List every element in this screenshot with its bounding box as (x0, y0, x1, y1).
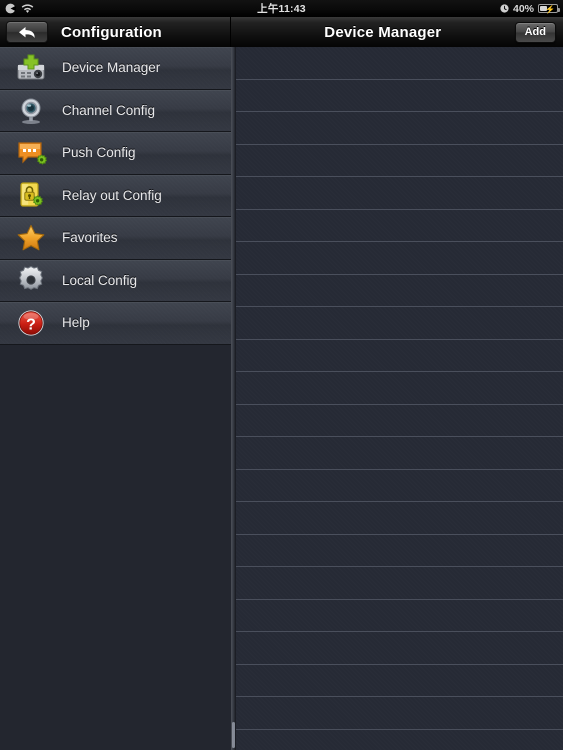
configuration-sidebar: Device Manager Channel Config Push Confi… (0, 47, 231, 750)
device-list-row[interactable] (236, 535, 563, 567)
sidebar-item-label: Relay out Config (62, 187, 162, 203)
sidebar-item-channel-config[interactable]: Channel Config (0, 89, 231, 132)
sidebar-item-label: Channel Config (62, 102, 156, 118)
device-list-row[interactable] (236, 470, 563, 502)
sidebar-empty-area (0, 344, 231, 702)
help-question-icon: ? (14, 306, 48, 340)
device-list-row[interactable] (236, 340, 563, 372)
device-list-row[interactable] (236, 372, 563, 405)
battery-percent-label: 40% (512, 2, 534, 15)
device-list-row[interactable] (236, 80, 563, 112)
device-list-row[interactable] (236, 145, 563, 177)
device-list-row[interactable] (236, 47, 563, 80)
device-list-row[interactable] (236, 177, 563, 210)
left-panel-title: Configuration (61, 23, 162, 41)
svg-text:?: ? (26, 316, 36, 333)
status-bar-right: 40% ⚡ (413, 3, 563, 15)
status-bar-center: 上午11:43 (150, 1, 413, 16)
sidebar-item-favorites[interactable]: Favorites (0, 217, 231, 260)
sidebar-item-label: Device Manager (62, 60, 161, 76)
device-list (236, 47, 563, 750)
star-icon (14, 221, 48, 255)
push-message-icon (14, 136, 48, 170)
device-list-row[interactable] (236, 600, 563, 632)
right-navigation-bar: Device Manager Add (231, 17, 563, 47)
device-list-row[interactable] (236, 437, 563, 470)
sidebar-item-label: Favorites (62, 230, 118, 246)
right-panel-title: Device Manager (324, 23, 442, 41)
location-services-icon (5, 3, 16, 14)
gear-icon (14, 263, 48, 297)
device-list-row[interactable] (236, 697, 563, 730)
sidebar-item-label: Local Config (62, 272, 138, 288)
device-list-row[interactable] (236, 632, 563, 665)
device-list-row[interactable] (236, 112, 563, 145)
divider-scrollbar[interactable] (232, 722, 235, 748)
navigation-bar: Configuration Device Manager Add (0, 17, 563, 47)
sidebar-item-local-config[interactable]: Local Config (0, 259, 231, 302)
device-list-row[interactable] (236, 405, 563, 437)
sidebar-item-label: Help (62, 315, 90, 331)
add-button[interactable]: Add (514, 21, 556, 43)
app-screen: 上午11:43 40% ⚡ Configuration Device Manag… (0, 0, 563, 750)
status-bar-left (0, 3, 150, 14)
sidebar-item-help[interactable]: ? Help (0, 302, 231, 345)
device-list-row[interactable] (236, 567, 563, 600)
status-bar-clock: 上午11:43 (257, 3, 306, 15)
device-list-row[interactable] (236, 665, 563, 697)
back-arrow-icon (17, 25, 37, 40)
back-button[interactable] (6, 21, 48, 43)
device-list-row[interactable] (236, 502, 563, 535)
status-bar: 上午11:43 40% ⚡ (0, 0, 563, 17)
alarm-clock-icon (500, 4, 509, 13)
sidebar-item-relay-out-config[interactable]: Relay out Config (0, 174, 231, 217)
device-manager-icon (14, 51, 48, 85)
sidebar-item-label: Push Config (62, 145, 136, 161)
device-list-row[interactable] (236, 307, 563, 340)
camera-icon (14, 93, 48, 127)
device-list-row[interactable] (236, 275, 563, 307)
relay-lock-icon (14, 178, 48, 212)
panel-divider (231, 47, 236, 750)
left-navigation-bar: Configuration (0, 17, 231, 47)
sidebar-item-device-manager[interactable]: Device Manager (0, 47, 231, 90)
device-list-row[interactable] (236, 242, 563, 275)
wifi-icon (21, 3, 34, 14)
device-list-row[interactable] (236, 210, 563, 242)
sidebar-item-push-config[interactable]: Push Config (0, 132, 231, 175)
battery-charging-icon: ⚡ (538, 4, 560, 14)
